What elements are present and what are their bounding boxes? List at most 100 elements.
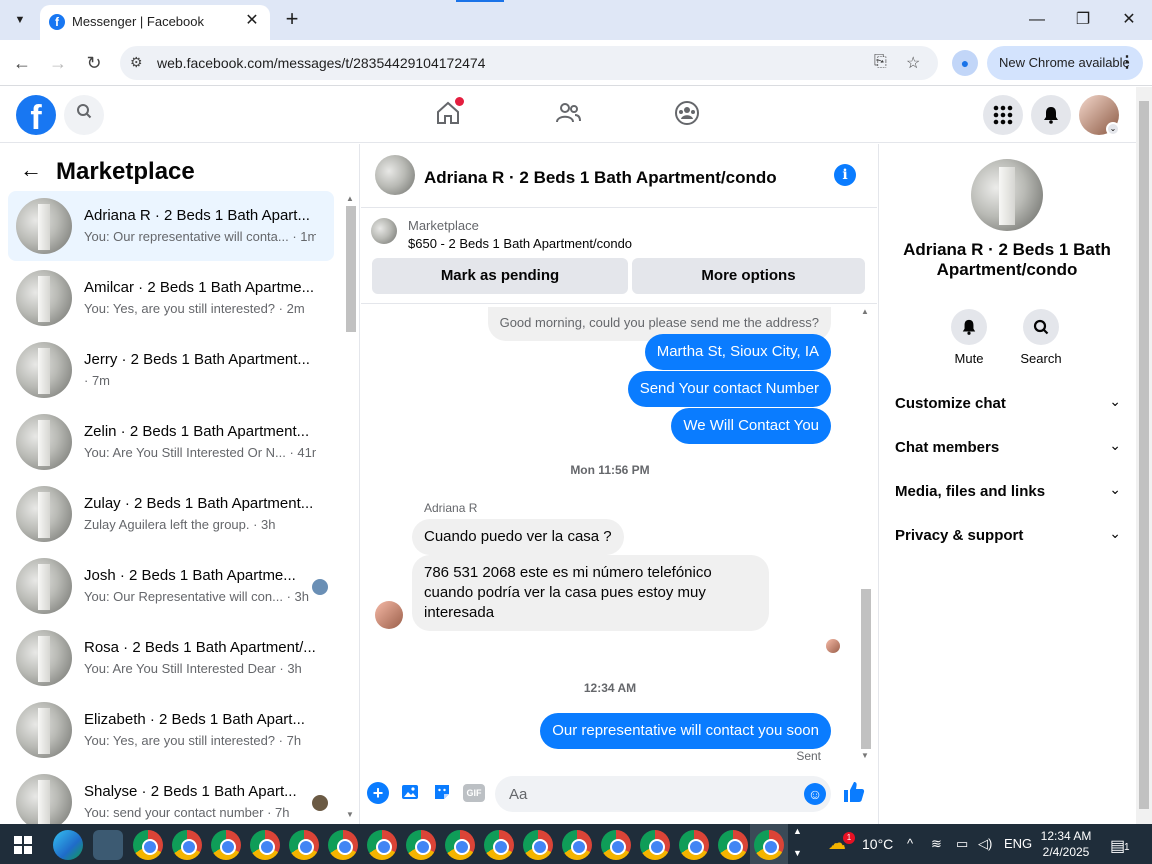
- conversation-item[interactable]: Zelin · 2 Beds 1 Bath Apartment... You: …: [8, 407, 334, 477]
- facebook-search-icon[interactable]: [64, 95, 104, 135]
- network-icon[interactable]: ≋: [931, 836, 942, 852]
- chrome-app-icon[interactable]: [289, 830, 319, 860]
- notification-center-icon[interactable]: ▤: [1110, 836, 1125, 856]
- chrome-app-icon[interactable]: [484, 830, 514, 860]
- tray-chevron-up-icon[interactable]: ^: [907, 836, 913, 851]
- scroll-down-icon[interactable]: ▼: [861, 751, 869, 760]
- account-chevron-icon[interactable]: ⌄: [1106, 122, 1120, 136]
- chrome-update-button[interactable]: New Chrome available ⋮: [987, 46, 1143, 80]
- chat-title[interactable]: Adriana R · 2 Beds 1 Bath Apartment/cond…: [424, 168, 777, 188]
- chrome-app-icon[interactable]: [523, 830, 553, 860]
- scroll-up-icon[interactable]: ▲: [346, 194, 354, 203]
- media-files-links-section[interactable]: Media, files and links ⌄: [887, 471, 1127, 515]
- emoji-icon[interactable]: ☺: [804, 783, 826, 805]
- message-thread-scrollbar[interactable]: ▲ ▼: [859, 305, 873, 765]
- friends-icon[interactable]: [548, 99, 588, 131]
- conversation-item[interactable]: Shalyse · 2 Beds 1 Bath Apart... You: se…: [8, 767, 334, 824]
- window-close-icon[interactable]: ✕: [1113, 6, 1145, 34]
- chrome-app-icon[interactable]: [562, 830, 592, 860]
- scroll-down-icon[interactable]: ▼: [346, 810, 354, 819]
- windows-start-icon[interactable]: [14, 836, 32, 854]
- reload-icon[interactable]: ↻: [81, 50, 107, 76]
- chrome-app-icon[interactable]: [367, 830, 397, 860]
- chrome-app-icon[interactable]: [679, 830, 709, 860]
- conversation-item[interactable]: Rosa · 2 Beds 1 Bath Apartment/... You: …: [8, 623, 334, 693]
- site-settings-icon[interactable]: ⚙: [130, 54, 143, 71]
- mark-as-pending-button[interactable]: Mark as pending: [372, 258, 628, 294]
- chrome-app-icon[interactable]: [718, 830, 748, 860]
- notifications-bell-icon[interactable]: [1031, 95, 1071, 135]
- gif-icon[interactable]: GIF: [463, 784, 485, 802]
- more-options-button[interactable]: More options: [632, 258, 865, 294]
- chrome-app-icon[interactable]: [754, 830, 784, 860]
- chrome-app-icon[interactable]: [406, 830, 436, 860]
- chat-avatar[interactable]: [375, 155, 415, 195]
- tab-close-icon[interactable]: ✕: [242, 11, 262, 31]
- search-in-conversation-button[interactable]: Search: [1006, 309, 1076, 366]
- groups-icon[interactable]: [667, 99, 707, 131]
- temperature-label[interactable]: 10°C: [862, 836, 893, 852]
- conversation-name: Zelin · 2 Beds 1 Bath Apartment...: [84, 423, 310, 440]
- restore-icon[interactable]: ❐: [1067, 6, 1099, 34]
- minimize-icon[interactable]: —: [1021, 6, 1053, 34]
- chrome-app-icon[interactable]: [445, 830, 475, 860]
- conversation-item[interactable]: Josh · 2 Beds 1 Bath Apartme... You: Our…: [8, 551, 334, 621]
- mute-bell-icon[interactable]: [951, 309, 987, 345]
- scrollbar-thumb[interactable]: [346, 206, 356, 332]
- volume-icon[interactable]: ◁): [978, 836, 992, 852]
- thumbs-up-like-icon[interactable]: [842, 780, 866, 810]
- taskbar-scroll-up-icon[interactable]: ▲: [793, 826, 802, 836]
- battery-icon[interactable]: ▭: [956, 836, 968, 852]
- new-tab-plus-icon[interactable]: +: [280, 8, 304, 32]
- more-actions-plus-icon[interactable]: +: [367, 782, 389, 804]
- chrome-app-icon[interactable]: [601, 830, 631, 860]
- conversation-item[interactable]: Zulay · 2 Beds 1 Bath Apartment... Zulay…: [8, 479, 334, 549]
- sticker-icon[interactable]: [431, 782, 453, 804]
- scrollbar-thumb[interactable]: [861, 589, 871, 749]
- scroll-up-icon[interactable]: ▲: [861, 307, 869, 316]
- facebook-logo-icon[interactable]: f: [16, 95, 56, 135]
- listing-price-title[interactable]: $650 - 2 Beds 1 Bath Apartment/condo: [408, 236, 632, 251]
- conversation-item[interactable]: Amilcar · 2 Beds 1 Bath Apartme... You: …: [8, 263, 334, 333]
- tab-search-chevron-icon[interactable]: ▼: [8, 8, 32, 32]
- chrome-app-icon[interactable]: [250, 830, 280, 860]
- address-bar[interactable]: ⚙ web.facebook.com/messages/t/2835442910…: [120, 46, 938, 80]
- back-arrow-icon[interactable]: ←: [9, 50, 35, 76]
- language-label[interactable]: ENG: [1004, 836, 1032, 851]
- attach-photo-icon[interactable]: [399, 782, 421, 804]
- back-arrow-icon[interactable]: ←: [20, 157, 42, 183]
- mute-button[interactable]: Mute: [934, 309, 1004, 366]
- conversation-list-scrollbar[interactable]: ▲ ▼: [344, 194, 358, 824]
- conversation-item[interactable]: Elizabeth · 2 Beds 1 Bath Apart... You: …: [8, 695, 334, 765]
- install-app-icon[interactable]: ⎘: [874, 53, 887, 71]
- url-text[interactable]: web.facebook.com/messages/t/283544291041…: [157, 55, 485, 71]
- edge-app-icon[interactable]: [53, 830, 83, 860]
- chrome-app-icon[interactable]: [172, 830, 202, 860]
- scrollbar-thumb[interactable]: [1139, 101, 1149, 809]
- message-input[interactable]: [495, 776, 831, 812]
- taskbar-scroll-down-icon[interactable]: ▼: [793, 848, 802, 858]
- privacy-support-section[interactable]: Privacy & support ⌄: [887, 515, 1127, 559]
- chrome-app-icon[interactable]: [640, 830, 670, 860]
- chrome-menu-icon[interactable]: ⋮: [1119, 52, 1135, 72]
- menu-grid-icon[interactable]: [983, 95, 1023, 135]
- conversation-info-icon[interactable]: i: [834, 164, 856, 186]
- taskbar-app-icon[interactable]: [93, 830, 123, 860]
- listing-thumbnail[interactable]: [371, 218, 397, 244]
- chrome-app-icon[interactable]: [211, 830, 241, 860]
- page-scrollbar[interactable]: [1136, 87, 1152, 824]
- forward-arrow-icon[interactable]: →: [45, 50, 71, 76]
- browser-tab[interactable]: f Messenger | Facebook ✕: [40, 5, 270, 40]
- chrome-profile-icon[interactable]: ●: [952, 50, 978, 76]
- sender-avatar[interactable]: [375, 601, 403, 629]
- chrome-app-icon[interactable]: [328, 830, 358, 860]
- search-icon[interactable]: [1023, 309, 1059, 345]
- conversation-snippet: · 7m: [84, 373, 110, 388]
- conversation-item[interactable]: Jerry · 2 Beds 1 Bath Apartment... · 7m: [8, 335, 334, 405]
- conversation-item[interactable]: Adriana R · 2 Beds 1 Bath Apart... You: …: [8, 191, 334, 261]
- chrome-app-icon[interactable]: [133, 830, 163, 860]
- bookmark-star-icon[interactable]: ☆: [906, 53, 920, 73]
- clock[interactable]: 12:34 AM 2/4/2025: [1036, 828, 1096, 860]
- customize-chat-section[interactable]: Customize chat ⌄: [887, 383, 1127, 427]
- chat-members-section[interactable]: Chat members ⌄: [887, 427, 1127, 471]
